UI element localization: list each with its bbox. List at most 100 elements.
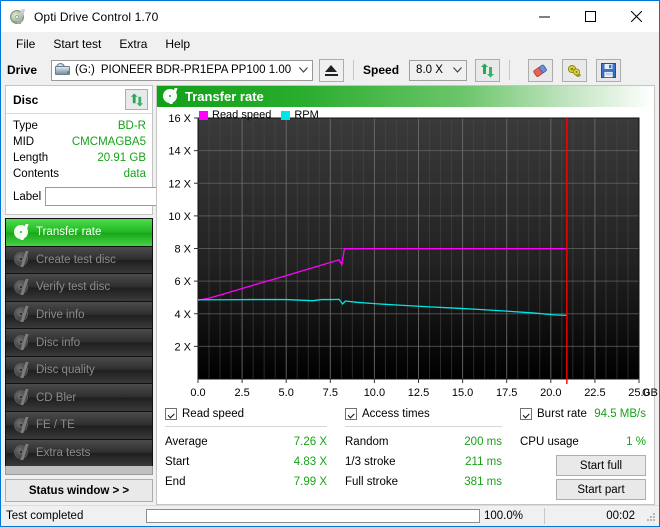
legend-swatch-rpm — [281, 111, 290, 120]
start-part-button[interactable]: Start part — [556, 479, 646, 500]
sidebar-item-label: Disc info — [36, 337, 80, 349]
stat-row-full-stroke: Full stroke 381 ms — [345, 472, 520, 492]
stat-row-start: Start 4.83 X — [165, 452, 345, 472]
stat-row-cpu-usage: CPU usage 1 % — [520, 432, 646, 452]
sidebar-item-fe-te[interactable]: FE / TE — [5, 411, 153, 439]
eject-button[interactable] — [319, 59, 344, 82]
read-speed-checkbox[interactable] — [165, 408, 177, 420]
sidebar-item-disc-quality[interactable]: Disc quality — [5, 356, 153, 384]
disc-test-icon — [14, 252, 29, 267]
svg-text:20.0: 20.0 — [540, 387, 561, 399]
stat-row-average: Average 7.26 X — [165, 432, 345, 452]
drive-toolbar: Drive (G:)PIONEER BDR-PR1EPA PP100 1.00 … — [1, 55, 659, 85]
stat-key: Average — [165, 432, 208, 452]
start-full-button[interactable]: Start full — [556, 455, 646, 476]
svg-text:4 X: 4 X — [174, 309, 191, 321]
chevron-down-icon[interactable] — [448, 67, 466, 73]
menu-item-help[interactable]: Help — [156, 34, 199, 54]
disc-test-icon — [14, 418, 29, 433]
sidebar-item-label: Drive info — [36, 309, 85, 321]
stat-value: 7.99 X — [294, 472, 327, 492]
disc-test-icon — [14, 280, 29, 295]
refresh-icon — [130, 93, 144, 107]
bookmark-button[interactable] — [562, 59, 587, 82]
disc-label-row: Label — [13, 185, 146, 211]
speed-label: Speed — [363, 63, 399, 77]
menu-bar: File Start test Extra Help — [1, 32, 659, 55]
speed-select[interactable]: 8.0 X — [409, 60, 467, 81]
disc-panel: Disc Type BD-R MID CMCM — [5, 85, 153, 215]
close-icon[interactable] — [613, 1, 659, 32]
stat-value: 200 ms — [464, 432, 502, 452]
sidebar-item-disc-info[interactable]: Disc info — [5, 328, 153, 356]
erase-button[interactable] — [528, 59, 553, 82]
stat-key: CPU usage — [520, 432, 579, 452]
resize-grip-icon[interactable] — [643, 509, 657, 523]
drive-select[interactable]: (G:)PIONEER BDR-PR1EPA PP100 1.00 — [51, 60, 313, 81]
title-bar: Opti Drive Control 1.70 — [1, 1, 659, 32]
sidebar-item-cd-bler[interactable]: CD Bler — [5, 383, 153, 411]
sidebar-item-transfer-rate[interactable]: Transfer rate — [5, 218, 153, 246]
access-times-header: Access times — [345, 405, 520, 422]
drive-selected-value: (G:)PIONEER BDR-PR1EPA PP100 1.00 — [75, 64, 294, 76]
svg-text:8 X: 8 X — [174, 244, 191, 256]
disc-panel-header: Disc — [6, 86, 152, 114]
svg-text:22.5: 22.5 — [584, 387, 605, 399]
refresh-button[interactable] — [475, 59, 500, 82]
statistics-panel: Read speed Average 7.26 X Start 4.83 X E… — [157, 399, 654, 504]
sidebar-item-label: Transfer rate — [36, 226, 101, 238]
disc-test-icon — [14, 390, 29, 405]
stat-key: 1/3 stroke — [345, 452, 396, 472]
keys-icon — [567, 63, 583, 78]
menu-item-extra[interactable]: Extra — [110, 34, 156, 54]
chevron-down-icon[interactable] — [294, 67, 312, 73]
disc-label-key: Label — [13, 191, 41, 203]
svg-text:7.5: 7.5 — [323, 387, 338, 399]
disc-refresh-button[interactable] — [125, 89, 148, 110]
save-button[interactable] — [596, 59, 621, 82]
disc-row-key: MID — [13, 134, 34, 150]
drive-label: Drive — [7, 63, 37, 77]
sidebar-item-verify-test-disc[interactable]: Verify test disc — [5, 273, 153, 301]
stat-key: Random — [345, 432, 388, 452]
sidebar-item-label: Create test disc — [36, 254, 116, 266]
access-times-checkbox[interactable] — [345, 408, 357, 420]
sidebar-item-label: CD Bler — [36, 392, 76, 404]
svg-text:GB: GB — [642, 387, 658, 399]
disc-row-key: Contents — [13, 166, 59, 182]
legend-label-rpm: RPM — [294, 109, 318, 121]
app-window: Opti Drive Control 1.70 File Start test … — [0, 0, 660, 527]
svg-text:15.0: 15.0 — [452, 387, 473, 399]
stat-value: 7.26 X — [294, 432, 327, 452]
svg-text:12 X: 12 X — [168, 178, 191, 190]
app-disc-icon — [10, 9, 26, 25]
sidebar-filler — [5, 466, 153, 475]
svg-text:10 X: 10 X — [168, 211, 191, 223]
content-panel: Transfer rate Read speed RPM 2 X4 X6 X8 … — [156, 85, 655, 505]
disc-row-mid: MID CMCMAGBA5 — [13, 134, 146, 150]
sidebar-item-drive-info[interactable]: Drive info — [5, 301, 153, 329]
burst-rate-checkbox[interactable] — [520, 408, 532, 420]
burst-rate-label: Burst rate — [537, 408, 587, 420]
disc-row-key: Type — [13, 118, 38, 134]
refresh-icon — [480, 63, 495, 78]
maximize-icon[interactable] — [567, 1, 613, 32]
status-window-button[interactable]: Status window > > — [5, 479, 153, 502]
menu-item-start-test[interactable]: Start test — [44, 34, 110, 54]
minimize-icon[interactable] — [521, 1, 567, 32]
burst-rate-header: Burst rate 94.5 MB/s — [520, 405, 646, 422]
chart-svg[interactable]: 2 X4 X6 X8 X10 X12 X14 X16 X0.02.55.07.5… — [157, 107, 660, 399]
left-sidebar: Disc Type BD-R MID CMCM — [5, 85, 153, 505]
svg-text:5.0: 5.0 — [279, 387, 294, 399]
divider — [165, 426, 327, 427]
sidebar-item-create-test-disc[interactable]: Create test disc — [5, 246, 153, 274]
sidebar-item-label: Verify test disc — [36, 281, 110, 293]
disc-test-icon — [14, 363, 29, 378]
progress-percent: 100.0% — [484, 510, 544, 522]
menu-item-file[interactable]: File — [7, 34, 44, 54]
svg-text:14 X: 14 X — [168, 146, 191, 158]
stat-value: 4.83 X — [294, 452, 327, 472]
svg-text:2 X: 2 X — [174, 341, 191, 353]
disc-row-type: Type BD-R — [13, 118, 146, 134]
sidebar-item-extra-tests[interactable]: Extra tests — [5, 439, 153, 467]
